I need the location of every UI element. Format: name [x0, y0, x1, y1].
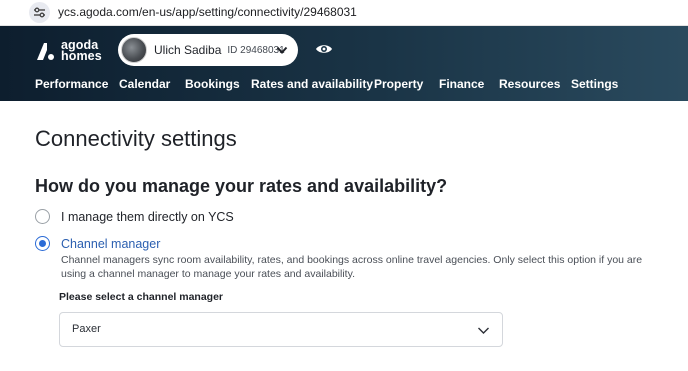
- app-header: agoda homes Ulich Sadiba ID 29468031 Per…: [0, 26, 688, 101]
- nav-item-performance[interactable]: Performance: [35, 77, 108, 91]
- selected-channel-manager: Paxer: [72, 323, 101, 335]
- avatar: [121, 37, 147, 63]
- brand-logo[interactable]: agoda homes: [35, 39, 102, 63]
- nav-item-rates-and-availability[interactable]: Rates and availability: [251, 77, 373, 91]
- brand-line-2: homes: [61, 49, 102, 63]
- eye-icon[interactable]: [314, 41, 334, 57]
- brand-name: agoda homes: [61, 39, 102, 63]
- agoda-homes-logo-icon: [37, 43, 54, 60]
- channel-manager-select[interactable]: Paxer: [59, 312, 503, 347]
- site-settings-icon[interactable]: [29, 2, 50, 23]
- chevron-down-icon: [276, 46, 288, 54]
- main-nav: Performance Calendar Bookings Rates and …: [0, 77, 688, 95]
- radio-label-channel-manager[interactable]: Channel manager: [61, 237, 160, 251]
- chevron-down-icon: [478, 327, 489, 334]
- nav-item-bookings[interactable]: Bookings: [185, 77, 240, 91]
- nav-item-finance[interactable]: Finance: [439, 77, 484, 91]
- nav-item-settings[interactable]: Settings: [571, 77, 618, 91]
- radio-label-manage-directly[interactable]: I manage them directly on YCS: [61, 210, 234, 224]
- account-name: Ulich Sadiba: [154, 43, 222, 57]
- page-title: Connectivity settings: [35, 126, 237, 151]
- nav-item-calendar[interactable]: Calendar: [119, 77, 170, 91]
- radio-channel-manager[interactable]: [35, 236, 50, 251]
- account-switcher[interactable]: Ulich Sadiba ID 29468031: [118, 34, 298, 66]
- nav-item-property[interactable]: Property: [374, 77, 423, 91]
- channel-manager-select-label: Please select a channel manager: [59, 291, 224, 303]
- nav-item-resources[interactable]: Resources: [499, 77, 560, 91]
- channel-manager-description: Channel managers sync room availability,…: [61, 254, 643, 280]
- url-text[interactable]: ycs.agoda.com/en-us/app/setting/connecti…: [58, 5, 357, 19]
- radio-manage-directly[interactable]: [35, 209, 50, 224]
- browser-address-bar[interactable]: ycs.agoda.com/en-us/app/setting/connecti…: [0, 0, 688, 26]
- rates-management-question: How do you manage your rates and availab…: [35, 176, 448, 196]
